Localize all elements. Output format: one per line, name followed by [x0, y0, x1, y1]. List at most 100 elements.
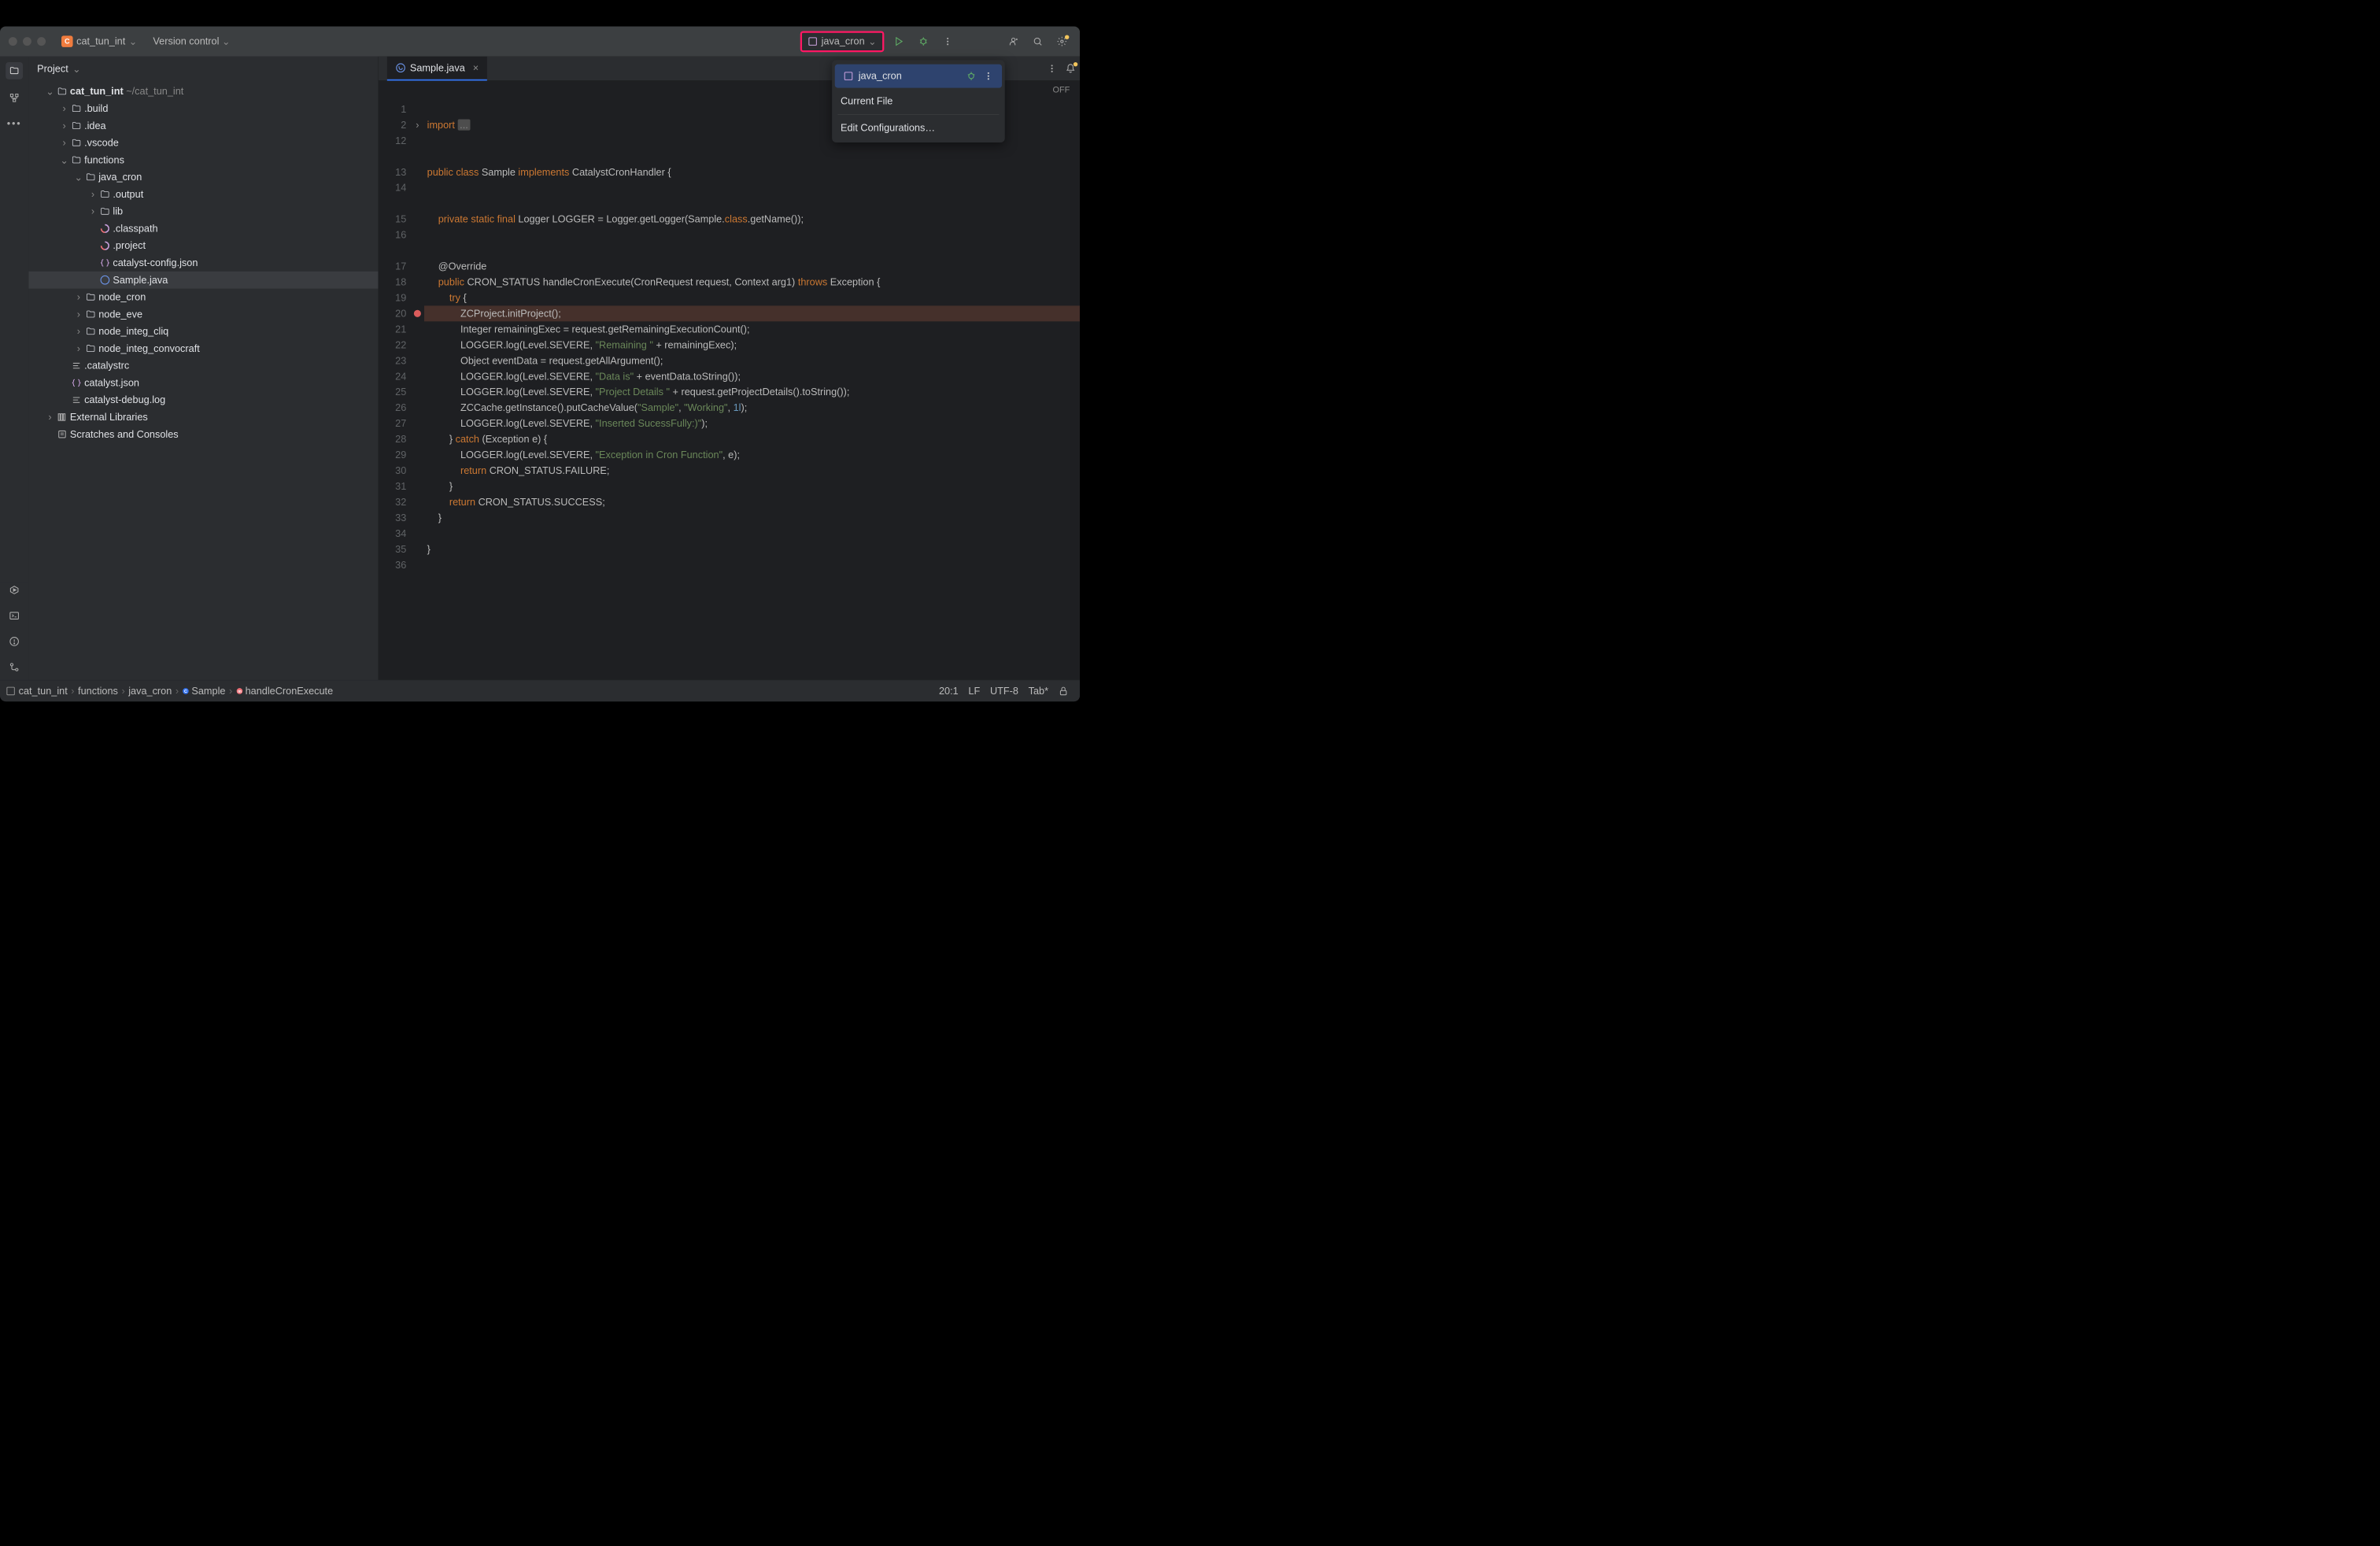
- terminal-icon: [9, 611, 20, 621]
- project-tool-button[interactable]: [6, 62, 23, 80]
- services-tool-button[interactable]: [7, 583, 21, 597]
- structure-icon: [9, 93, 20, 103]
- maximize-window[interactable]: [37, 37, 46, 46]
- tree-item[interactable]: ›.build: [28, 100, 378, 117]
- notifications-button[interactable]: [1065, 63, 1077, 75]
- dropdown-item-edit-configs[interactable]: Edit Configurations…: [832, 116, 1005, 139]
- breadcrumb-item[interactable]: cat_tun_int: [19, 685, 68, 697]
- file-icon: [100, 241, 110, 251]
- file-icon: [72, 155, 82, 165]
- line-separator[interactable]: LF: [968, 685, 980, 697]
- breakpoint[interactable]: [414, 310, 421, 317]
- chevron-icon: ›: [89, 205, 98, 217]
- play-circle-icon: [9, 585, 20, 595]
- folder-icon: [9, 65, 20, 76]
- vcs-tool-button[interactable]: [7, 660, 21, 674]
- bug-icon[interactable]: [966, 71, 977, 81]
- person-icon: [1008, 36, 1018, 46]
- tree-item[interactable]: Scratches and Consoles: [28, 426, 378, 443]
- tree-item[interactable]: ›node_eve: [28, 305, 378, 323]
- run-button[interactable]: [893, 35, 905, 47]
- tree-item-label: Scratches and Consoles: [70, 428, 179, 440]
- svg-text:m: m: [238, 690, 242, 694]
- code-editor[interactable]: import ...public class Sample implements…: [424, 99, 1080, 680]
- tree-item[interactable]: Sample.java: [28, 272, 378, 289]
- version-control-button[interactable]: Version control ⌄: [153, 35, 230, 47]
- debug-button[interactable]: [918, 35, 929, 47]
- tree-item[interactable]: .classpath: [28, 220, 378, 237]
- dropdown-item-java-cron[interactable]: java_cron: [835, 65, 1002, 88]
- indent-setting[interactable]: Tab*: [1029, 685, 1048, 697]
- settings-button[interactable]: [1056, 35, 1068, 47]
- git-icon: [9, 662, 20, 672]
- tree-item[interactable]: .project: [28, 237, 378, 254]
- breadcrumb-item[interactable]: java_cron: [128, 685, 172, 697]
- tree-item[interactable]: ›.vscode: [28, 135, 378, 152]
- tree-item[interactable]: ⌄java_cron: [28, 168, 378, 186]
- tree-item-label: catalyst.json: [84, 377, 139, 389]
- collaborate-button[interactable]: [1007, 35, 1019, 47]
- tree-item[interactable]: ›.output: [28, 186, 378, 203]
- tree-item[interactable]: ›External Libraries: [28, 409, 378, 426]
- sidebar-header[interactable]: Project ⌄: [28, 57, 378, 82]
- tree-item-label: .project: [113, 240, 146, 252]
- gear-icon: [1057, 36, 1067, 46]
- tree-item[interactable]: ›.idea: [28, 117, 378, 135]
- file-icon: [100, 258, 110, 268]
- editor-area: Sample.java × OFF 1212131415161718192021…: [379, 57, 1080, 680]
- file-icon: [86, 343, 96, 353]
- breadcrumb-item[interactable]: CSample: [183, 685, 226, 697]
- run-config-selector[interactable]: java_cron ⌄: [800, 31, 885, 52]
- tree-item[interactable]: ⌄functions: [28, 151, 378, 168]
- left-toolstrip-bottom: [0, 583, 28, 679]
- tree-item[interactable]: ›node_integ_cliq: [28, 323, 378, 340]
- breadcrumb-item[interactable]: mhandleCronExecute: [236, 685, 333, 697]
- file-icon: [86, 172, 96, 183]
- cursor-position[interactable]: 20:1: [939, 685, 959, 697]
- problems-tool-button[interactable]: [7, 634, 21, 649]
- search-button[interactable]: [1032, 35, 1044, 47]
- breadcrumb[interactable]: cat_tun_int›functions›java_cron›CSample›…: [19, 685, 937, 697]
- kebab-icon[interactable]: [983, 71, 993, 81]
- structure-tool-button[interactable]: [7, 91, 21, 105]
- tree-item[interactable]: ›node_integ_convocraft: [28, 340, 378, 357]
- file-icon: [57, 412, 68, 423]
- file-encoding[interactable]: UTF-8: [990, 685, 1018, 697]
- tree-item[interactable]: ⌄cat_tun_int ~/cat_tun_int: [28, 83, 378, 100]
- chevron-icon: ›: [74, 343, 83, 355]
- file-icon: [72, 138, 82, 148]
- dropdown-item-current-file[interactable]: Current File: [832, 89, 1005, 113]
- file-icon: [72, 361, 82, 371]
- project-selector[interactable]: C cat_tun_int ⌄: [57, 33, 142, 49]
- minimize-window[interactable]: [23, 37, 31, 46]
- titlebar: C cat_tun_int ⌄ Version control ⌄ java_c…: [0, 27, 1080, 57]
- tab-sample-java[interactable]: Sample.java ×: [387, 57, 487, 81]
- file-icon: [100, 275, 110, 285]
- tree-item[interactable]: catalyst-config.json: [28, 254, 378, 272]
- close-icon[interactable]: ×: [473, 62, 479, 74]
- lock-icon[interactable]: [1059, 686, 1069, 696]
- tree-item-label: External Libraries: [70, 412, 148, 423]
- tree-item[interactable]: .catalystrc: [28, 357, 378, 375]
- line-gutter[interactable]: 1212131415161718192021222324252627282930…: [379, 99, 411, 680]
- app-icon: [808, 36, 818, 46]
- gutter-icons[interactable]: ›: [411, 99, 424, 680]
- editor-toggle-off[interactable]: OFF: [1043, 85, 1080, 95]
- terminal-tool-button[interactable]: [7, 608, 21, 623]
- breadcrumb-item[interactable]: functions: [78, 685, 118, 697]
- project-name: cat_tun_int: [76, 35, 125, 47]
- editor-body: 1212131415161718192021222324252627282930…: [379, 99, 1080, 680]
- chevron-icon: ⌄: [60, 154, 68, 166]
- status-bar: cat_tun_int›functions›java_cron›CSample›…: [0, 680, 1080, 701]
- tree-item[interactable]: ›node_cron: [28, 289, 378, 306]
- more-tool-button[interactable]: •••: [7, 117, 21, 131]
- version-control-label: Version control: [153, 35, 219, 47]
- close-window[interactable]: [9, 37, 17, 46]
- tree-item[interactable]: ›lib: [28, 203, 378, 220]
- tab-more-button[interactable]: [1046, 63, 1058, 75]
- chevron-icon: ⌄: [74, 172, 83, 183]
- more-button[interactable]: [942, 35, 954, 47]
- file-icon: [72, 395, 82, 405]
- tree-item[interactable]: catalyst.json: [28, 374, 378, 391]
- tree-item[interactable]: catalyst-debug.log: [28, 391, 378, 409]
